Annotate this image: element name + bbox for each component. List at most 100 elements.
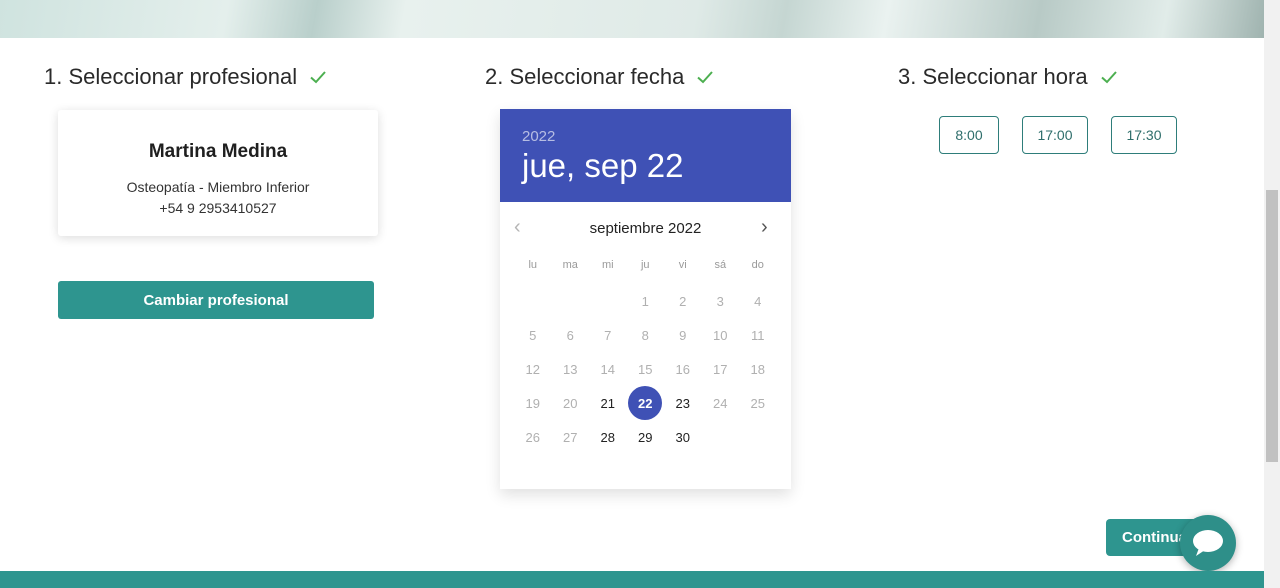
calendar-day[interactable]: 21	[589, 386, 627, 420]
calendar-day: 25	[739, 386, 777, 420]
scrollbar-thumb[interactable]	[1266, 190, 1278, 462]
calendar-day: 26	[514, 420, 552, 454]
calendar-day-label: 2	[679, 294, 687, 310]
calendar-day-label: 16	[675, 361, 690, 377]
scrollbar[interactable]	[1264, 0, 1280, 588]
calendar-day-label: 26	[525, 429, 540, 445]
calendar-day: 24	[702, 386, 740, 420]
calendar-header: 2022 jue, sep 22	[500, 109, 791, 202]
hero-banner-image	[0, 0, 1264, 38]
calendar-day[interactable]: 28	[589, 420, 627, 454]
professional-name: Martina Medina	[148, 141, 288, 162]
calendar-day: 19	[514, 386, 552, 420]
calendar-day[interactable]: 29	[627, 420, 665, 454]
calendar-day-selected[interactable]: 22	[627, 386, 665, 421]
change-professional-button[interactable]: Cambiar profesional	[58, 281, 374, 319]
chat-bubble-icon	[1193, 530, 1223, 556]
calendar-day-label: 28	[600, 429, 615, 445]
calendar-blank-cell	[552, 285, 590, 319]
professional-specialty: Osteopatía - Miembro Inferior	[126, 179, 310, 195]
check-icon	[310, 71, 326, 84]
calendar-day-label: 18	[750, 361, 765, 377]
weekday-label: ma	[562, 259, 578, 271]
footer-bar	[0, 571, 1264, 588]
weekday-label: sá	[714, 259, 727, 271]
chat-button[interactable]	[1180, 515, 1236, 571]
calendar-blank-cell	[589, 285, 627, 319]
time-slot-button[interactable]: 17:00	[1022, 116, 1088, 154]
weekday-label: do	[751, 259, 764, 271]
step-date-label: 2. Seleccionar fecha	[485, 64, 685, 89]
calendar-day: 17	[702, 353, 740, 387]
calendar-day: 15	[627, 353, 665, 387]
weekday-label: lu	[528, 259, 538, 271]
calendar-day-label: 22	[628, 386, 663, 421]
calendar-day[interactable]: 23	[664, 386, 702, 420]
weekday-label: vi	[678, 259, 687, 271]
calendar-day-label: 8	[641, 328, 649, 344]
weekday-label: mi	[601, 259, 614, 271]
step-title-date: 2. Seleccionar fecha	[485, 64, 714, 90]
calendar-day-label: 6	[566, 328, 574, 344]
calendar-day: 7	[589, 319, 627, 353]
calendar-blank-cell	[514, 285, 552, 319]
date-picker: 2022 jue, sep 22 ‹ septiembre 2022 › lu m…	[500, 109, 791, 489]
calendar-day-label: 4	[754, 294, 762, 310]
calendar-day-label: 12	[525, 361, 540, 377]
time-slot-button[interactable]: 17:30	[1111, 116, 1177, 154]
calendar-day: 6	[552, 319, 590, 353]
calendar-day-label: 25	[750, 395, 765, 411]
calendar-day-label: 11	[751, 328, 765, 344]
chevron-right-icon[interactable]: ›	[761, 217, 777, 237]
calendar-day-label: 14	[600, 361, 615, 377]
calendar-month-label: septiembre 2022	[589, 220, 702, 237]
step-professional-label: 1. Seleccionar profesional	[44, 64, 298, 89]
check-icon	[1100, 71, 1117, 84]
calendar-day: 12	[514, 353, 552, 387]
calendar-day[interactable]: 30	[664, 420, 702, 454]
calendar-month-nav: ‹ septiembre 2022 ›	[500, 202, 791, 256]
calendar-day-label: 3	[716, 294, 724, 310]
step-title-time: 3. Seleccionar hora	[898, 64, 1118, 90]
weekday-label: ju	[640, 259, 650, 271]
calendar-day: 2	[664, 285, 702, 319]
calendar-day: 3	[702, 285, 740, 319]
calendar-day: 9	[664, 319, 702, 353]
calendar-day-label: 23	[675, 395, 690, 411]
calendar-day-label: 9	[679, 328, 687, 344]
calendar-day-label: 10	[713, 328, 728, 344]
calendar-day-label: 21	[600, 395, 615, 411]
calendar-day: 13	[552, 353, 590, 387]
calendar-day-label: 29	[638, 429, 653, 445]
calendar-day-label: 24	[713, 395, 728, 411]
calendar-day: 5	[514, 319, 552, 353]
professional-card: Martina Medina Osteopatía - Miembro Infe…	[58, 110, 378, 236]
calendar-day-label: 17	[713, 361, 728, 377]
calendar-day: 20	[552, 386, 590, 420]
step-title-professional: 1. Seleccionar profesional	[44, 64, 327, 90]
calendar-year[interactable]: 2022	[522, 128, 769, 145]
calendar-day: 10	[702, 319, 740, 353]
calendar-day: 18	[739, 353, 777, 387]
time-slot-button[interactable]: 8:00	[939, 116, 999, 154]
calendar-day-label: 7	[604, 328, 612, 344]
calendar-day: 14	[589, 353, 627, 387]
calendar-day-label: 30	[675, 429, 690, 445]
calendar-days: 1 2 3 4 5 6 7 8 9 10 11 12 13 14 15 16 17 18 19 20 21 22 23 24 2…	[514, 285, 777, 454]
calendar-day: 1	[627, 285, 665, 319]
calendar-day: 27	[552, 420, 590, 454]
calendar-day: 4	[739, 285, 777, 319]
calendar-day: 16	[664, 353, 702, 387]
calendar-weekdays: lu ma mi ju vi sá do	[514, 259, 777, 271]
check-icon	[697, 71, 714, 84]
calendar-day-label: 13	[563, 361, 578, 377]
calendar-day-label: 1	[641, 294, 649, 310]
calendar-selected-date: jue, sep 22	[522, 147, 684, 184]
calendar-day-label: 5	[529, 328, 537, 344]
step-time-label: 3. Seleccionar hora	[898, 64, 1088, 89]
calendar-day-label: 27	[563, 429, 578, 445]
professional-phone: +54 9 2953410527	[159, 200, 277, 216]
calendar-day: 8	[627, 319, 665, 353]
calendar-day-label: 15	[638, 361, 653, 377]
calendar-day-label: 19	[525, 395, 540, 411]
